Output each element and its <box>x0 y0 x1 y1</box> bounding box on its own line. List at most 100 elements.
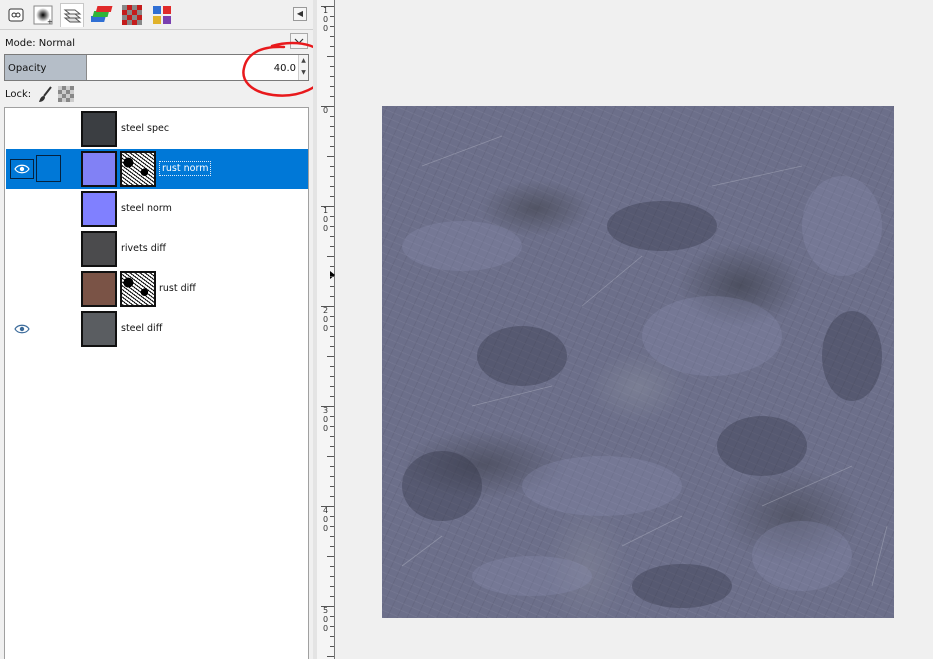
ruler-label: 100 <box>323 6 329 33</box>
ruler-tick <box>330 116 334 117</box>
layer-mask-thumbnail[interactable] <box>120 271 156 307</box>
ruler-tick <box>327 456 334 457</box>
ruler-tick <box>330 396 334 397</box>
vertical-ruler[interactable]: 100 0 100 200 300 400 500 <box>317 0 335 659</box>
visibility-toggle[interactable] <box>10 279 34 299</box>
ruler-tick <box>330 246 334 247</box>
ruler-tick <box>330 636 334 637</box>
ruler-tick <box>327 256 334 257</box>
ruler-tick <box>330 516 334 517</box>
ruler-tick <box>330 226 334 227</box>
layer-row[interactable]: rivets diff <box>6 229 308 269</box>
brushes-tab[interactable]: + <box>31 3 55 27</box>
ruler-tick <box>321 506 334 507</box>
ruler-tick <box>327 656 334 657</box>
layer-row[interactable]: steel norm <box>6 189 308 229</box>
chain-toggle[interactable] <box>36 155 61 182</box>
chain-toggle[interactable] <box>36 235 61 262</box>
ruler-tick <box>330 26 334 27</box>
image-canvas[interactable] <box>382 106 894 618</box>
ruler-tick <box>330 416 334 417</box>
visibility-toggle[interactable] <box>10 119 34 139</box>
ruler-tick <box>330 486 334 487</box>
ruler-tick <box>330 376 334 377</box>
layers-icon <box>63 9 82 22</box>
tool-options-tab[interactable] <box>4 3 28 27</box>
ruler-label: 200 <box>323 306 329 333</box>
layer-thumbnail[interactable] <box>81 271 117 307</box>
ruler-tick <box>321 306 334 307</box>
ruler-tick <box>330 346 334 347</box>
channels-tab[interactable] <box>90 3 114 27</box>
lock-pixels-brush-icon[interactable] <box>37 86 53 104</box>
layer-thumbnail[interactable] <box>81 151 117 187</box>
eye-icon[interactable] <box>10 159 34 179</box>
chain-toggle[interactable] <box>36 115 61 142</box>
ruler-tick <box>330 446 334 447</box>
triangle-left-icon[interactable]: ◀ <box>293 7 307 21</box>
ruler-tick <box>330 286 334 287</box>
opacity-label: Opacity <box>8 63 47 74</box>
channels-icon <box>91 6 113 22</box>
ruler-label: 0 <box>323 106 329 115</box>
lock-label: Lock: <box>5 89 32 100</box>
layers-dock: + ◀ Mode: Normal Opacity 40.0 ▲ ▼ Lock: s… <box>0 0 329 659</box>
ruler-tick <box>330 196 334 197</box>
layer-name[interactable]: steel spec <box>121 123 169 134</box>
ruler-tick <box>330 566 334 567</box>
brush-icon: + <box>33 5 53 25</box>
visibility-toggle[interactable] <box>10 239 34 259</box>
ruler-tick <box>330 96 334 97</box>
svg-text:+: + <box>47 18 53 25</box>
ruler-tick <box>330 36 334 37</box>
layer-thumbnail[interactable] <box>81 311 117 347</box>
ruler-tick <box>330 586 334 587</box>
eye-icon[interactable] <box>10 319 34 339</box>
ruler-label: 400 <box>323 506 329 533</box>
ruler-tick <box>330 126 334 127</box>
layer-thumbnail[interactable] <box>81 231 117 267</box>
dock-tab-bar: + ◀ <box>0 0 313 30</box>
patterns-tab[interactable] <box>120 3 144 27</box>
ruler-tick <box>330 576 334 577</box>
ruler-tick <box>321 206 334 207</box>
visibility-toggle[interactable] <box>10 199 34 219</box>
ruler-tick <box>327 56 334 57</box>
layer-row[interactable]: rust norm <box>6 149 308 189</box>
layer-mask-thumbnail[interactable] <box>120 151 156 187</box>
ruler-tick <box>330 626 334 627</box>
layer-name[interactable]: rust diff <box>159 283 196 294</box>
ruler-tick <box>330 536 334 537</box>
layers-tab[interactable] <box>60 3 84 27</box>
layer-row[interactable]: steel diff <box>6 309 308 349</box>
tool-options-icon <box>8 8 24 22</box>
ruler-tick <box>330 46 334 47</box>
ruler-tick <box>330 436 334 437</box>
layer-name[interactable]: rust norm <box>159 161 212 176</box>
layer-name[interactable]: steel diff <box>121 323 162 334</box>
ruler-tick <box>330 316 334 317</box>
ruler-pointer-marker <box>330 271 335 279</box>
pattern-icon <box>122 5 142 25</box>
ruler-tick <box>330 236 334 237</box>
ruler-tick <box>321 106 334 107</box>
colormap-tab[interactable] <box>150 3 174 27</box>
layer-thumbnail[interactable] <box>81 191 117 227</box>
lock-alpha-checker-icon[interactable] <box>58 86 74 102</box>
ruler-label: 300 <box>323 406 329 433</box>
chain-toggle[interactable] <box>36 275 61 302</box>
chain-toggle[interactable] <box>36 315 61 342</box>
layer-thumbnail[interactable] <box>81 111 117 147</box>
layer-row[interactable]: rust diff <box>6 269 308 309</box>
layer-name[interactable]: rivets diff <box>121 243 166 254</box>
ruler-tick <box>330 186 334 187</box>
ruler-label: 100 <box>323 206 329 233</box>
ruler-tick <box>321 6 334 7</box>
ruler-tick <box>330 136 334 137</box>
ruler-tick <box>330 476 334 477</box>
ruler-tick <box>330 616 334 617</box>
layer-name[interactable]: steel norm <box>121 203 172 214</box>
chain-toggle[interactable] <box>36 195 61 222</box>
layer-row[interactable]: steel spec <box>6 109 308 149</box>
ruler-tick <box>330 16 334 17</box>
